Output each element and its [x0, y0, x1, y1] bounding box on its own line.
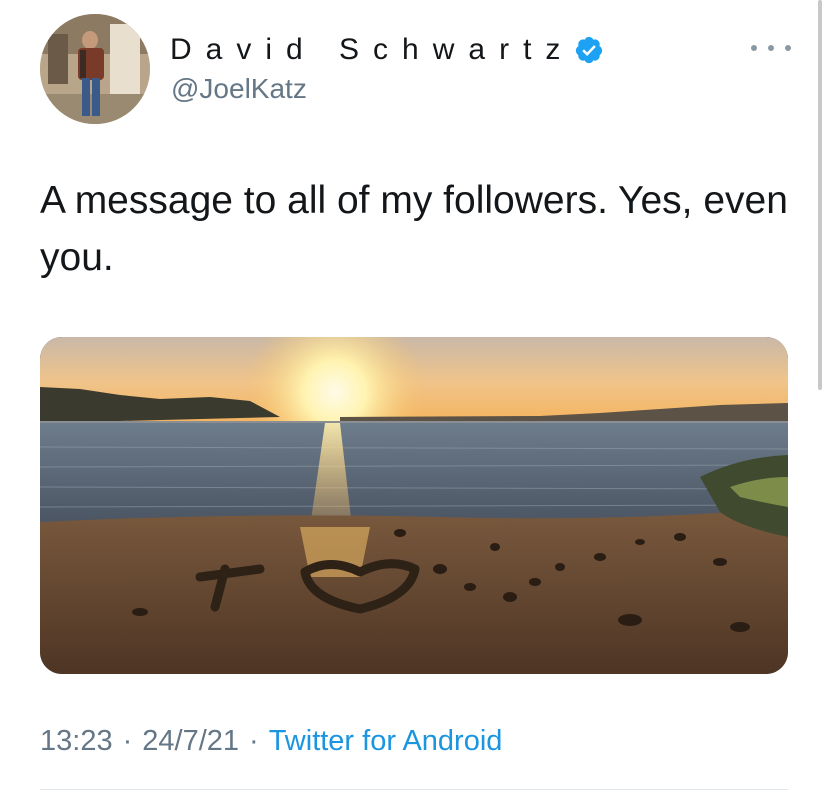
more-dot	[768, 45, 774, 51]
sunset-beach-heart-photo-icon	[40, 337, 788, 674]
author-name-row[interactable]: David Schwartz	[170, 30, 604, 70]
meta-separator: ·	[122, 725, 133, 757]
author-handle[interactable]: @JoelKatz	[171, 73, 307, 105]
tweet-date[interactable]: 24/7/21	[142, 725, 239, 758]
more-dot	[785, 45, 791, 51]
divider	[40, 789, 788, 790]
tweet-source-link[interactable]: Twitter for Android	[269, 725, 503, 758]
tweet-text: A message to all of my followers. Yes, e…	[40, 179, 788, 279]
meta-separator: ·	[249, 725, 259, 757]
avatar[interactable]	[40, 14, 150, 124]
tweet-photo[interactable]	[40, 337, 788, 674]
more-options-icon[interactable]	[751, 38, 791, 58]
scrollbar[interactable]	[818, 0, 822, 390]
profile-photo-icon	[40, 14, 150, 124]
more-dot	[751, 45, 757, 51]
tweet-time[interactable]: 13:23	[40, 725, 113, 758]
verified-badge-icon	[576, 36, 603, 64]
tweet-meta: 13:23 · 24/7/21 · Twitter for Android	[40, 725, 502, 758]
author-display-name[interactable]: David Schwartz	[170, 33, 574, 67]
